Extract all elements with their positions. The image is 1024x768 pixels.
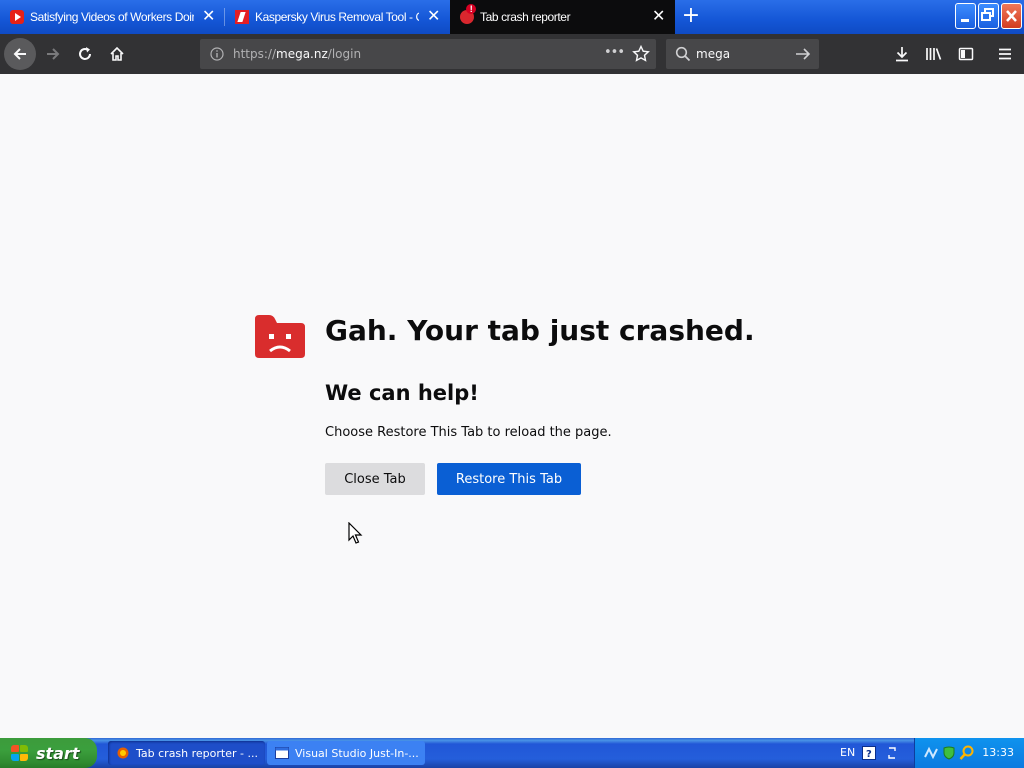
- search-icon: [675, 46, 691, 62]
- taskbar-item-label: Tab crash reporter - ...: [136, 746, 258, 760]
- clock[interactable]: 13:33: [982, 746, 1014, 759]
- downloads-button[interactable]: [887, 39, 917, 69]
- crash-subtitle: We can help!: [325, 381, 479, 405]
- start-label: start: [36, 743, 80, 763]
- tab-label: Tab crash reporter: [480, 10, 571, 24]
- tab-close-icon[interactable]: ✕: [202, 9, 215, 25]
- tab-crash-reporter[interactable]: ! Tab crash reporter ✕: [450, 0, 675, 34]
- minimize-icon: [961, 19, 969, 22]
- reload-icon: [79, 47, 91, 60]
- windows-flag-icon: [10, 744, 30, 762]
- mouse-cursor-icon: [348, 522, 363, 544]
- url-domain: mega.nz: [276, 47, 328, 61]
- restore-icon: [981, 8, 994, 21]
- mega-icon: !: [460, 4, 476, 24]
- tab-kaspersky[interactable]: Kaspersky Virus Removal Tool - Ce ✕: [225, 0, 450, 34]
- search-bar[interactable]: [666, 39, 819, 69]
- search-tray-icon[interactable]: [959, 745, 975, 761]
- tab-label: Satisfying Videos of Workers Doing: [30, 10, 194, 24]
- download-icon: [896, 47, 908, 62]
- kaspersky-icon: [235, 10, 249, 24]
- svg-text:?: ?: [866, 749, 872, 760]
- language-indicator[interactable]: EN: [840, 746, 855, 759]
- tab-strip: Satisfying Videos of Workers Doing ✕ Kas…: [0, 0, 1024, 34]
- crash-title: Gah. Your tab just crashed.: [325, 314, 755, 347]
- taskbar-item-label: Visual Studio Just-In-...: [295, 746, 419, 760]
- firefox-icon: [117, 747, 129, 759]
- taskbar-item-visual-studio[interactable]: Visual Studio Just-In-...: [267, 741, 425, 765]
- security-icon[interactable]: [941, 745, 957, 761]
- library-button[interactable]: [919, 39, 949, 69]
- sidebar-icon: [958, 47, 974, 61]
- navigation-toolbar: https://mega.nz/login •••: [0, 34, 1024, 74]
- windows-taskbar: start Tab crash reporter - ... Visual St…: [0, 738, 1024, 768]
- crash-description: Choose Restore This Tab to reload the pa…: [325, 425, 612, 440]
- forward-arrow-icon: [47, 48, 60, 60]
- network-icon[interactable]: [923, 745, 939, 761]
- restore-tab-button[interactable]: Restore This Tab: [437, 463, 581, 495]
- taskbar-item-crash-reporter[interactable]: Tab crash reporter - ...: [108, 741, 265, 765]
- forward-button[interactable]: [38, 39, 68, 69]
- menu-button[interactable]: [990, 39, 1020, 69]
- sad-tab-icon: [255, 315, 305, 358]
- tab-close-icon[interactable]: ✕: [652, 9, 665, 25]
- system-tray: 13:33: [914, 738, 1024, 768]
- tab-youtube[interactable]: Satisfying Videos of Workers Doing ✕: [0, 0, 225, 34]
- close-tab-button[interactable]: Close Tab: [325, 463, 425, 495]
- page-actions-icon[interactable]: •••: [604, 45, 625, 60]
- sidebar-toggle-button[interactable]: [951, 39, 981, 69]
- help-icon[interactable]: ?: [862, 746, 876, 760]
- window-icon: [275, 747, 289, 759]
- home-icon: [110, 46, 124, 61]
- search-input[interactable]: [696, 45, 786, 63]
- search-go-arrow-icon[interactable]: [795, 46, 811, 62]
- url-bar[interactable]: https://mega.nz/login •••: [200, 39, 656, 69]
- back-button[interactable]: [4, 38, 36, 70]
- youtube-icon: [10, 10, 24, 24]
- library-icon: [926, 48, 942, 60]
- url-prefix: https://: [233, 47, 277, 61]
- tray-arrows-icon[interactable]: [886, 745, 898, 761]
- bookmark-star-icon[interactable]: [632, 45, 650, 63]
- url-path: /login: [327, 47, 362, 61]
- home-button[interactable]: [102, 39, 132, 69]
- start-button[interactable]: start: [0, 738, 97, 768]
- reload-button[interactable]: [70, 39, 100, 69]
- info-icon: [210, 47, 224, 61]
- close-icon: [1006, 10, 1017, 22]
- back-arrow-icon: [13, 48, 26, 60]
- tab-close-icon[interactable]: ✕: [427, 9, 440, 25]
- close-window-button[interactable]: [1001, 3, 1022, 29]
- alert-badge-icon: !: [466, 4, 476, 14]
- new-tab-button[interactable]: +: [680, 5, 702, 27]
- tab-label: Kaspersky Virus Removal Tool - Ce: [255, 10, 419, 24]
- url-text[interactable]: https://mega.nz/login: [233, 47, 361, 61]
- hamburger-menu-icon: [999, 48, 1011, 60]
- minimize-button[interactable]: [955, 3, 976, 29]
- restore-window-button[interactable]: [978, 3, 999, 29]
